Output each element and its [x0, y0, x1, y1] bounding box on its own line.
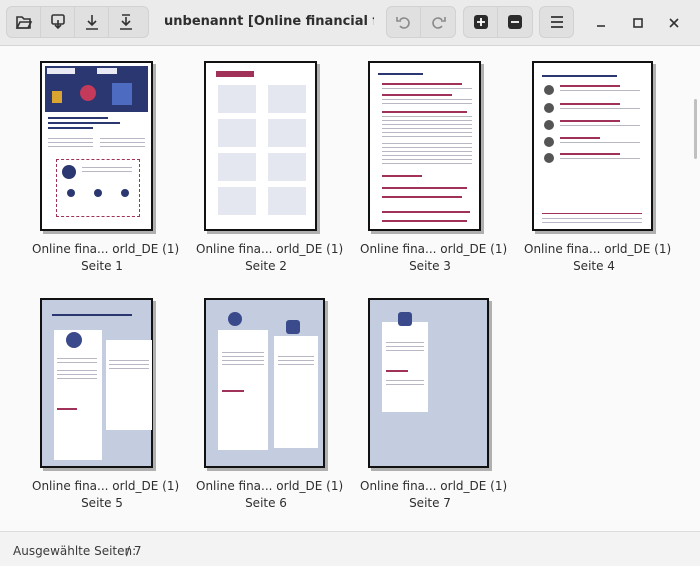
page-thumbnail-4[interactable]: Online fina... orld_DE (1) Seite 4 [524, 61, 671, 273]
page-number: Seite 4 [573, 259, 615, 273]
page-filename: Online fina... orld_DE (1) [360, 479, 508, 493]
maximize-icon [633, 18, 643, 28]
save-icon [50, 14, 65, 30]
main-menu-button[interactable] [539, 6, 574, 38]
page-preview[interactable] [204, 61, 317, 231]
page-thumbnail-2[interactable]: Online fina... orld_DE (1) Seite 2 [196, 61, 343, 273]
plus-icon [473, 15, 488, 29]
page-thumbnail-7[interactable]: Online fina... orld_DE (1) Seite 7 [360, 298, 507, 513]
undo-button[interactable] [387, 7, 421, 37]
minimize-icon [597, 25, 605, 27]
page-preview[interactable] [368, 298, 489, 468]
page-preview[interactable] [368, 61, 481, 231]
page-thumbnail-6[interactable]: Online fina... orld_DE (1) Seite 6 [196, 298, 343, 513]
page-filename: Online fina... orld_DE (1) [524, 242, 672, 256]
zoom-in-button[interactable] [464, 7, 498, 37]
page-filename: Online fina... orld_DE (1) [196, 242, 344, 256]
zoom-button-group [463, 6, 533, 38]
page-filename: Online fina... orld_DE (1) [32, 242, 180, 256]
page-filename: Online fina... orld_DE (1) [32, 479, 180, 493]
page-number: Seite 3 [409, 259, 451, 273]
download-to-button[interactable] [109, 7, 143, 37]
selected-pages-count: / 7 [126, 544, 142, 558]
page-thumbnail-1[interactable]: Online fina... orld_DE (1) Seite 1 [32, 61, 179, 273]
selected-pages-label: Ausgewählte Seiten: [13, 544, 137, 558]
download-to-icon [120, 14, 132, 30]
page-filename: Online fina... orld_DE (1) [360, 242, 508, 256]
minimize-button[interactable] [590, 12, 612, 34]
undo-icon [395, 17, 410, 29]
folder-open-icon [15, 16, 32, 29]
status-bar: Ausgewählte Seiten: / 7 [0, 531, 700, 566]
download-button[interactable] [75, 7, 109, 37]
window-title: unbenannt [Online financial frauds ... [164, 14, 374, 29]
file-button-group [6, 6, 149, 38]
scrollbar[interactable] [694, 99, 697, 159]
redo-button[interactable] [421, 7, 455, 37]
page-preview[interactable] [40, 298, 153, 468]
page-filename: Online fina... orld_DE (1) [196, 479, 344, 493]
page-grid: Online fina... orld_DE (1) Seite 1 Onlin… [0, 47, 700, 531]
download-icon [85, 15, 98, 30]
page-preview[interactable] [532, 61, 653, 231]
page-number: Seite 5 [81, 496, 123, 510]
minus-icon [508, 15, 522, 29]
page-preview[interactable] [204, 298, 325, 468]
page-number: Seite 7 [409, 496, 451, 510]
open-button[interactable] [7, 7, 41, 37]
redo-icon [432, 17, 446, 29]
save-button[interactable] [41, 7, 75, 37]
page-thumbnail-3[interactable]: Online fina... orld_DE (1) Seite 3 [360, 61, 507, 273]
close-icon [669, 18, 679, 28]
maximize-button[interactable] [627, 12, 649, 34]
history-button-group [386, 6, 456, 38]
page-number: Seite 6 [245, 496, 287, 510]
page-number: Seite 2 [245, 259, 287, 273]
page-preview[interactable] [40, 61, 153, 231]
hamburger-menu-icon [550, 16, 563, 28]
close-button[interactable] [663, 12, 685, 34]
page-thumbnail-5[interactable]: Online fina... orld_DE (1) Seite 5 [32, 298, 179, 513]
header-bar: unbenannt [Online financial frauds ... [0, 0, 700, 46]
zoom-out-button[interactable] [498, 7, 532, 37]
page-number: Seite 1 [81, 259, 123, 273]
